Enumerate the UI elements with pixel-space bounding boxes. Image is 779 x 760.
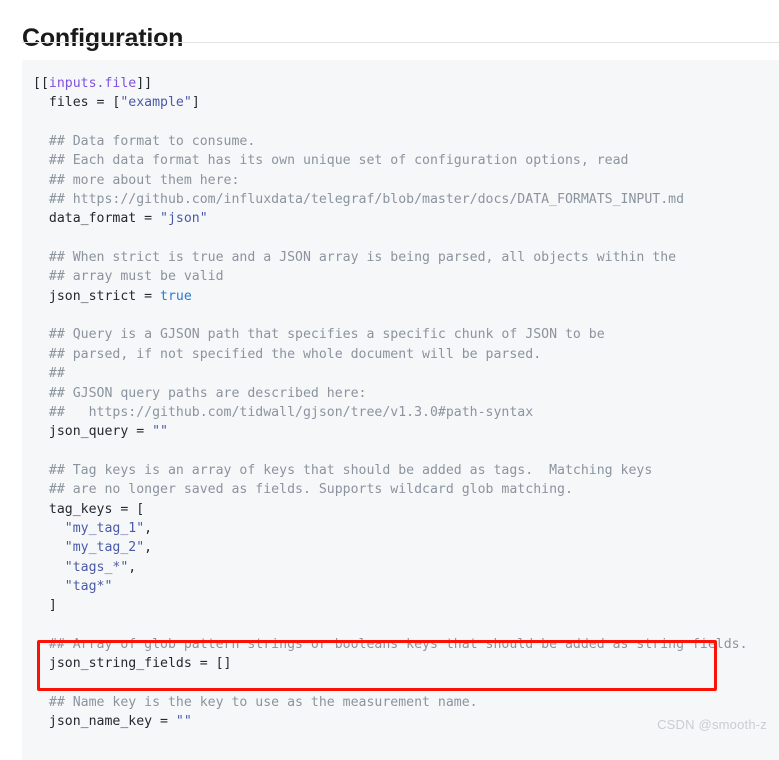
- code-token: ## are no longer saved as fields. Suppor…: [33, 482, 573, 498]
- code-token: "": [175, 714, 192, 730]
- code-line: ## https://github.com/tidwall/gjson/tree…: [33, 403, 779, 422]
- code-token: "my_tag_1": [64, 520, 145, 536]
- code-token: ## https://github.com/influxdata/telegra…: [33, 192, 685, 208]
- configuration-page: Configuration [[inputs.file]] files = ["…: [0, 0, 779, 760]
- code-line: "tag*": [33, 577, 779, 596]
- code-token: "json": [160, 211, 208, 227]
- code-token: ## parsed, if not specified the whole do…: [33, 346, 542, 362]
- code-line: json_query = "": [33, 422, 779, 441]
- code-token: "example": [120, 95, 192, 111]
- code-line: ## array must be valid: [33, 267, 779, 286]
- code-token: json_strict =: [33, 288, 161, 304]
- code-token: json_name_key =: [33, 714, 176, 730]
- code-token: ,: [144, 520, 153, 536]
- code-line: "my_tag_2",: [33, 538, 779, 557]
- code-token: ## more about them here:: [33, 172, 240, 188]
- code-token: ]: [33, 598, 57, 614]
- code-line: ## Tag keys is an array of keys that sho…: [33, 461, 779, 480]
- code-token: files = [: [33, 95, 121, 111]
- title-divider: [22, 42, 779, 43]
- code-token: ## Name key is the key to use as the mea…: [33, 695, 478, 710]
- code-line: ## Data format to consume.: [33, 132, 779, 151]
- code-token: ## When strict is true and a JSON array …: [33, 250, 677, 266]
- code-line: ]: [33, 596, 779, 615]
- code-token: ## https://github.com/tidwall/gjson/tree…: [33, 404, 534, 420]
- code-line: json_string_fields = []: [33, 654, 779, 673]
- code-line: ## When strict is true and a JSON array …: [33, 248, 779, 267]
- code-line: ## Each data format has its own unique s…: [33, 151, 779, 170]
- code-token: ## Tag keys is an array of keys that sho…: [33, 462, 653, 478]
- code-token: ## GJSON query paths are described here:: [33, 385, 367, 401]
- code-line: ## GJSON query paths are described here:: [33, 384, 779, 403]
- code-token: [[: [33, 76, 49, 91]
- code-token: ,: [144, 540, 153, 556]
- code-token: ## Each data format has its own unique s…: [33, 153, 629, 169]
- code-token: ## array must be valid: [33, 269, 224, 285]
- watermark: CSDN @smooth-z: [657, 717, 767, 732]
- code-token: data_format =: [33, 211, 161, 227]
- code-token: ]: [191, 95, 200, 111]
- code-line: [[inputs.file]]: [33, 74, 779, 93]
- code-line: "my_tag_1",: [33, 519, 779, 538]
- code-token: "tags_*": [64, 559, 129, 575]
- code-line: ## Query is a GJSON path that specifies …: [33, 325, 779, 344]
- code-token: ,: [128, 559, 137, 575]
- code-token: ## Data format to consume.: [33, 134, 256, 150]
- code-token: json_query =: [33, 424, 153, 440]
- code-content[interactable]: [[inputs.file]] files = ["example"] ## D…: [22, 74, 779, 732]
- code-line: "tags_*",: [33, 558, 779, 577]
- code-line: data_format = "json": [33, 209, 779, 228]
- code-line: ## https://github.com/influxdata/telegra…: [33, 190, 779, 209]
- code-token: ##: [33, 366, 65, 382]
- code-line: ## Name key is the key to use as the mea…: [33, 693, 779, 712]
- code-token: ]]: [136, 76, 153, 91]
- code-line: ## are no longer saved as fields. Suppor…: [33, 480, 779, 499]
- page-title: Configuration: [22, 23, 184, 52]
- code-line: files = ["example"]: [33, 93, 779, 112]
- code-token: "my_tag_2": [64, 540, 145, 556]
- code-token: "": [152, 424, 168, 440]
- code-token: tag_keys = [: [33, 501, 145, 517]
- code-token: true: [160, 288, 192, 304]
- code-line: json_strict = true: [33, 287, 779, 306]
- code-token: json_string_fields = []: [33, 656, 232, 672]
- code-token: "tag*": [64, 578, 113, 594]
- code-block[interactable]: [[inputs.file]] files = ["example"] ## D…: [22, 60, 779, 760]
- code-line: ##: [33, 364, 779, 383]
- code-token: inputs.file: [48, 76, 137, 91]
- code-token: ## Query is a GJSON path that specifies …: [33, 327, 605, 343]
- code-line: tag_keys = [: [33, 500, 779, 519]
- code-line: ## Array of glob pattern strings or bool…: [33, 635, 779, 654]
- code-line: ## more about them here:: [33, 171, 779, 190]
- code-line: ## parsed, if not specified the whole do…: [33, 345, 779, 364]
- code-token: ## Array of glob pattern strings or bool…: [33, 636, 748, 652]
